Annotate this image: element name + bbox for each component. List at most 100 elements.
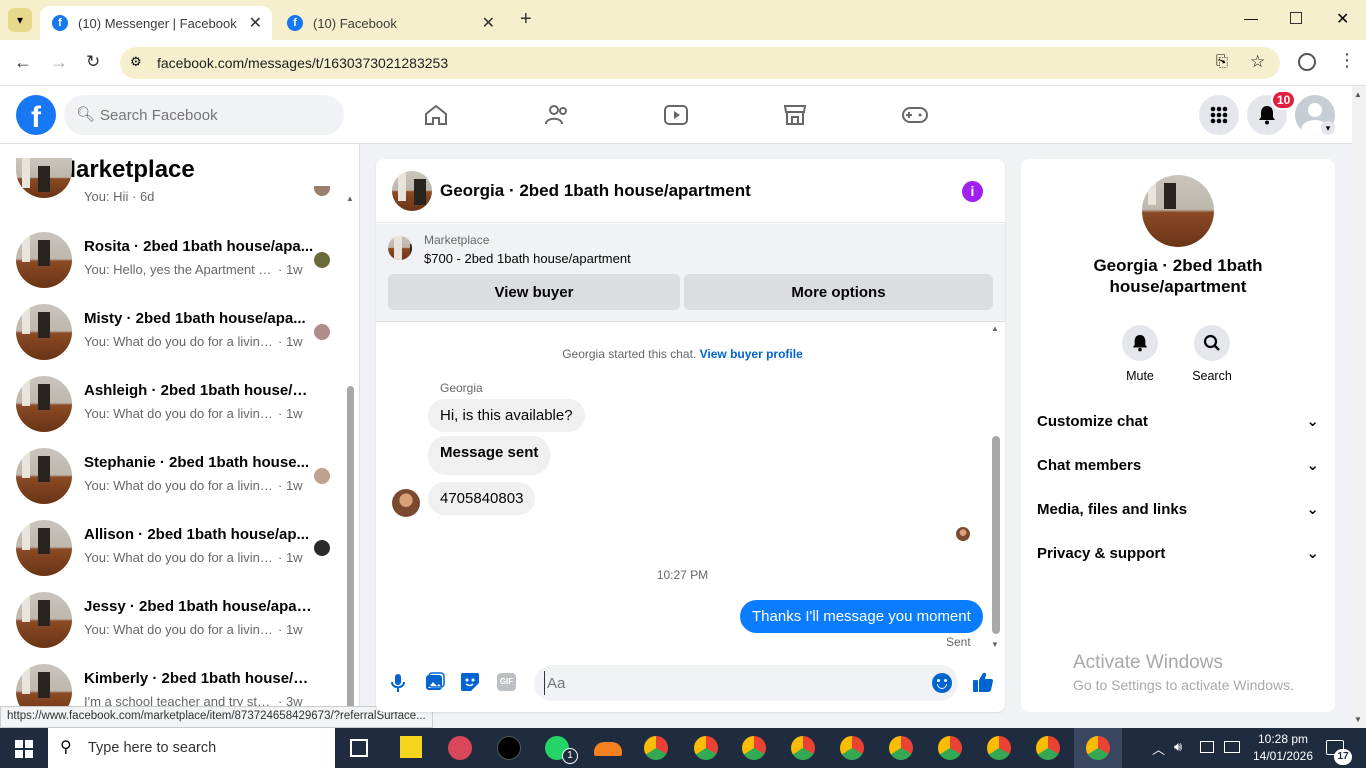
contact-avatar[interactable] (1142, 175, 1214, 247)
media-files-links-section[interactable]: Media, files and links ⌄ (1037, 500, 1319, 519)
seen-avatar (314, 186, 330, 196)
restore-icon[interactable] (1290, 12, 1302, 24)
conversation-item[interactable]: Misty · 2bed 1bath house/apa... You: Wha… (16, 304, 336, 364)
conversation-item[interactable]: Stephanie · 2bed 1bath house... You: Wha… (16, 448, 336, 508)
sticky-notes-icon[interactable] (400, 736, 422, 758)
page-scrollbar[interactable]: ▲ ▼ (1352, 86, 1366, 728)
install-app-icon[interactable]: ⎘ (1216, 53, 1228, 70)
nav-marketplace-icon[interactable] (783, 104, 807, 131)
account-chevron-icon[interactable]: ▾ (1321, 121, 1335, 135)
taskbar-search[interactable]: ⚲ Type here to search (48, 728, 335, 768)
conversation-name: Rosita · 2bed 1bath house/apa... (84, 238, 314, 255)
windows-start-icon[interactable] (15, 740, 33, 758)
chat-scrollbar[interactable]: ▲ ▼ (989, 324, 1003, 649)
nav-video-icon[interactable] (664, 104, 688, 131)
customize-chat-section[interactable]: Customize chat ⌄ (1037, 412, 1319, 431)
chrome-icon[interactable] (840, 736, 864, 760)
mute-button[interactable]: Mute (1121, 325, 1159, 383)
chrome-icon[interactable] (889, 736, 913, 760)
photo-icon[interactable] (425, 672, 445, 697)
active-app-highlight[interactable] (1074, 728, 1122, 768)
conversation-thumbnail (16, 232, 72, 288)
close-window-icon[interactable]: ✕ (1336, 9, 1349, 29)
listing-title[interactable]: $700 - 2bed 1bath house/apartment (424, 251, 631, 266)
message-input[interactable] (544, 671, 914, 695)
search-conversation-button[interactable]: Search (1189, 325, 1235, 383)
menu-dots-icon[interactable]: ⋮ (1338, 50, 1356, 71)
address-bar[interactable]: ⚙ facebook.com/messages/t/16303730212832… (120, 47, 1280, 79)
conversation-item[interactable]: You: Hii · 6d (16, 158, 336, 220)
conversation-item[interactable]: Jessy · 2bed 1bath house/apart... You: W… (16, 592, 336, 652)
close-tab-icon[interactable]: ✕ (249, 13, 262, 33)
more-options-button[interactable]: More options (684, 274, 993, 310)
network-icon[interactable] (1200, 741, 1214, 753)
search-icon: 🔍︎ (76, 106, 96, 123)
nav-gaming-icon[interactable] (902, 105, 928, 130)
tab-facebook[interactable]: f (10) Facebook ✕ (275, 6, 511, 40)
search-label: Search (1192, 369, 1232, 383)
chat-members-section[interactable]: Chat members ⌄ (1037, 456, 1319, 475)
back-icon[interactable]: ← (14, 52, 32, 73)
forward-icon[interactable]: → (50, 52, 68, 73)
chrome-icon[interactable] (1036, 736, 1060, 760)
site-info-icon[interactable]: ⚙ (130, 54, 142, 70)
minimize-icon[interactable]: — (1244, 10, 1258, 26)
microphone-icon[interactable] (390, 673, 406, 698)
outgoing-message[interactable]: Thanks I'll message you moment (740, 600, 983, 633)
chrome-icon[interactable] (791, 736, 815, 760)
conversation-item[interactable]: Kimberly · 2bed 1bath house/ap... I'm a … (16, 664, 336, 706)
conversation-item[interactable]: Allison · 2bed 1bath house/ap... You: Wh… (16, 520, 336, 580)
conversation-preview: You: What do you do for a living? ... (84, 622, 274, 637)
like-thumb-icon[interactable] (972, 671, 994, 698)
section-label: Media, files and links (1037, 500, 1188, 518)
facebook-logo-icon[interactable]: f (16, 95, 56, 135)
gif-icon[interactable]: GIF (497, 673, 516, 691)
nav-home-icon[interactable] (424, 104, 448, 126)
incoming-message[interactable]: Message sent (428, 436, 551, 475)
nav-friends-icon[interactable] (544, 104, 570, 131)
profile-icon[interactable] (1298, 53, 1316, 71)
chrome-icon[interactable] (938, 736, 962, 760)
list-scrollbar[interactable]: ▲ (344, 194, 356, 706)
task-view-icon[interactable] (350, 739, 368, 757)
incoming-message[interactable]: Hi, is this available? (428, 399, 585, 432)
bookmark-star-icon[interactable]: ☆ (1250, 52, 1265, 72)
tab-messenger[interactable]: f (10) Messenger | Facebook ✕ (40, 6, 272, 40)
chrome-icon[interactable] (694, 736, 718, 760)
tray-chevron-icon[interactable]: ︿ (1152, 739, 1165, 758)
cloudflare-icon[interactable] (594, 742, 622, 756)
view-buyer-profile-link[interactable]: View buyer profile (700, 347, 803, 361)
volume-icon[interactable]: 🔊︎ (1174, 739, 1182, 755)
chrome-icon[interactable] (644, 736, 668, 760)
close-tab-icon[interactable]: ✕ (482, 13, 495, 33)
tab-search-dropdown[interactable]: ▾ (8, 8, 32, 32)
search-input[interactable] (100, 103, 330, 127)
menu-grid-button[interactable] (1199, 95, 1239, 135)
search-box[interactable]: 🔍︎ (64, 95, 344, 135)
info-icon[interactable]: i (962, 181, 983, 202)
sender-avatar[interactable] (392, 489, 420, 517)
chat-avatar[interactable] (392, 171, 432, 211)
listing-thumbnail[interactable] (388, 236, 412, 260)
privacy-support-section[interactable]: Privacy & support ⌄ (1037, 544, 1319, 563)
emoji-icon[interactable] (932, 673, 952, 693)
chrome-icon[interactable] (742, 736, 766, 760)
view-buyer-button[interactable]: View buyer (388, 274, 680, 310)
chat-title[interactable]: Georgia · 2bed 1bath house/apartment (440, 181, 751, 201)
facebook-favicon-icon: f (52, 15, 68, 31)
conversation-thumbnail (16, 592, 72, 648)
conversation-item[interactable]: Rosita · 2bed 1bath house/apa... You: He… (16, 232, 336, 292)
clock-time[interactable]: 10:28 pm (1253, 732, 1313, 746)
incoming-message[interactable]: 4705840803 (428, 482, 536, 515)
display-icon[interactable] (1224, 741, 1240, 753)
clock-date[interactable]: 14/01/2026 (1250, 749, 1316, 763)
app-icon[interactable] (448, 736, 472, 760)
sticker-icon[interactable] (460, 672, 480, 697)
message-input-box[interactable] (534, 665, 958, 701)
reload-icon[interactable]: ↻ (86, 52, 100, 72)
new-tab-button[interactable]: + (520, 8, 532, 31)
conversation-item[interactable]: Ashleigh · 2bed 1bath house/ap... You: W… (16, 376, 336, 436)
tiktok-icon[interactable] (497, 736, 521, 760)
activate-windows-subtitle: Go to Settings to activate Windows. (1073, 677, 1294, 693)
chrome-icon[interactable] (987, 736, 1011, 760)
